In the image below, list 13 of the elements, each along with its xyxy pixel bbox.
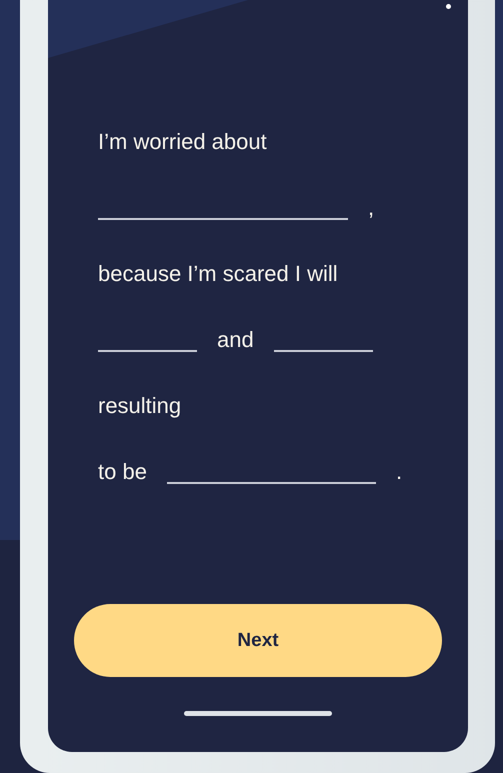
fill-in-line[interactable] — [274, 350, 373, 352]
fill-in-line[interactable] — [98, 218, 348, 220]
prompt-text: , — [368, 194, 374, 222]
next-button[interactable]: Next — [74, 604, 442, 677]
fill-in-line[interactable] — [166, 482, 376, 484]
prompt-text: resulting — [98, 392, 182, 420]
prompt-text: and — [217, 326, 254, 354]
home-indicator[interactable] — [184, 711, 332, 716]
prompt-text: because I’m scared I will — [98, 260, 338, 288]
prompt-text: . — [396, 458, 402, 486]
prompt-text: to be — [98, 458, 147, 486]
fill-in-line[interactable] — [98, 350, 197, 352]
prompt-text: I’m worried about — [98, 128, 267, 156]
